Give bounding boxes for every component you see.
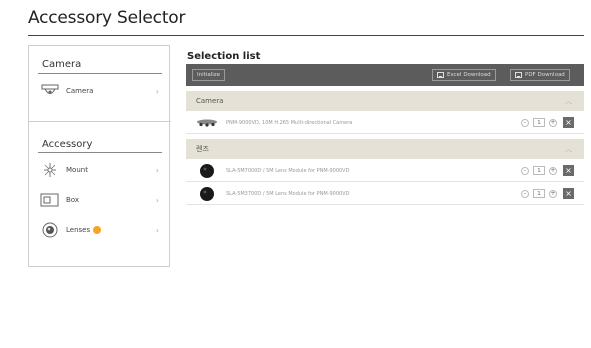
chevron-right-icon: › xyxy=(155,225,159,235)
remove-button[interactable]: × xyxy=(563,117,574,128)
nav-item-box[interactable]: Box › xyxy=(39,189,163,211)
chevron-right-icon: › xyxy=(155,165,159,175)
accessory-section-heading: Accessory xyxy=(42,139,93,150)
remove-button[interactable]: × xyxy=(563,165,574,176)
initialize-label: Initialize xyxy=(197,72,221,78)
quantity-stepper: - 1 + xyxy=(521,166,557,175)
category-panel: Camera Camera › Accessory Mount › Box › … xyxy=(28,45,171,267)
excel-download-label: Excel Download xyxy=(447,72,491,78)
nav-item-label: Box xyxy=(66,196,80,204)
decrement-button[interactable]: - xyxy=(521,166,529,175)
box-icon xyxy=(39,190,61,210)
page-title: Accessory Selector xyxy=(28,8,186,28)
decrement-button[interactable]: - xyxy=(521,118,529,127)
selection-toolbar: Initialize Excel Download PDF Download xyxy=(186,64,584,86)
item-name: SLA-5M7000D / 5M Lens Module for PNM-900… xyxy=(226,167,350,174)
lens-module-icon xyxy=(194,163,220,179)
initialize-button[interactable]: Initialize xyxy=(192,69,226,81)
remove-button[interactable]: × xyxy=(563,188,574,199)
pdf-download-button[interactable]: PDF Download xyxy=(510,69,570,81)
chevron-right-icon: › xyxy=(155,86,159,96)
nav-item-mount[interactable]: Mount › xyxy=(39,159,163,181)
download-icon xyxy=(515,72,522,78)
group-header-lens[interactable]: 렌즈 ︿ xyxy=(186,139,584,159)
collapse-caret-icon: ︿ xyxy=(565,145,572,153)
download-icon xyxy=(437,72,444,78)
list-item: SLA-5M7000D / 5M Lens Module for PNM-900… xyxy=(186,160,584,182)
increment-button[interactable]: + xyxy=(549,189,557,198)
nav-item-label: Camera xyxy=(66,87,94,95)
quantity-stepper: - 1 + xyxy=(521,189,557,198)
collapse-caret-icon: ︿ xyxy=(565,97,572,105)
item-name: SLA-5M3700D / 5M Lens Module for PNM-900… xyxy=(226,190,350,197)
excel-download-button[interactable]: Excel Download xyxy=(432,69,496,81)
item-name: PNM-9000VD, 10M H.265 Multi-directional … xyxy=(226,119,353,126)
group-label: 렌즈 xyxy=(196,145,209,153)
quantity-field[interactable]: 1 xyxy=(533,118,545,127)
camera-section-heading: Camera xyxy=(42,59,82,70)
status-badge xyxy=(93,226,102,234)
selection-list-title: Selection list xyxy=(187,51,261,62)
multi-directional-camera-icon xyxy=(194,119,220,127)
nav-item-lenses[interactable]: Lenses › xyxy=(39,219,163,241)
quantity-field[interactable]: 1 xyxy=(533,189,545,198)
nav-item-text: Lenses xyxy=(66,226,91,234)
lens-icon xyxy=(39,220,61,240)
nav-item-label: Mount xyxy=(66,166,88,174)
increment-button[interactable]: + xyxy=(549,118,557,127)
camera-section-rule xyxy=(38,73,162,74)
title-divider xyxy=(28,35,584,36)
mount-icon xyxy=(39,160,61,180)
nav-item-label: Lenses xyxy=(66,226,156,234)
group-label: Camera xyxy=(196,97,224,105)
lens-module-icon xyxy=(194,186,220,202)
chevron-right-icon: › xyxy=(155,195,159,205)
section-divider xyxy=(29,121,171,122)
pdf-download-label: PDF Download xyxy=(525,72,565,78)
quantity-field[interactable]: 1 xyxy=(533,166,545,175)
increment-button[interactable]: + xyxy=(549,166,557,175)
dome-camera-icon xyxy=(39,81,61,101)
group-header-camera[interactable]: Camera ︿ xyxy=(186,91,584,111)
nav-item-camera[interactable]: Camera › xyxy=(39,80,163,102)
decrement-button[interactable]: - xyxy=(521,189,529,198)
list-item: SLA-5M3700D / 5M Lens Module for PNM-900… xyxy=(186,183,584,205)
accessory-section-rule xyxy=(38,152,162,153)
quantity-stepper: - 1 + xyxy=(521,118,557,127)
list-item: PNM-9000VD, 10M H.265 Multi-directional … xyxy=(186,112,584,134)
